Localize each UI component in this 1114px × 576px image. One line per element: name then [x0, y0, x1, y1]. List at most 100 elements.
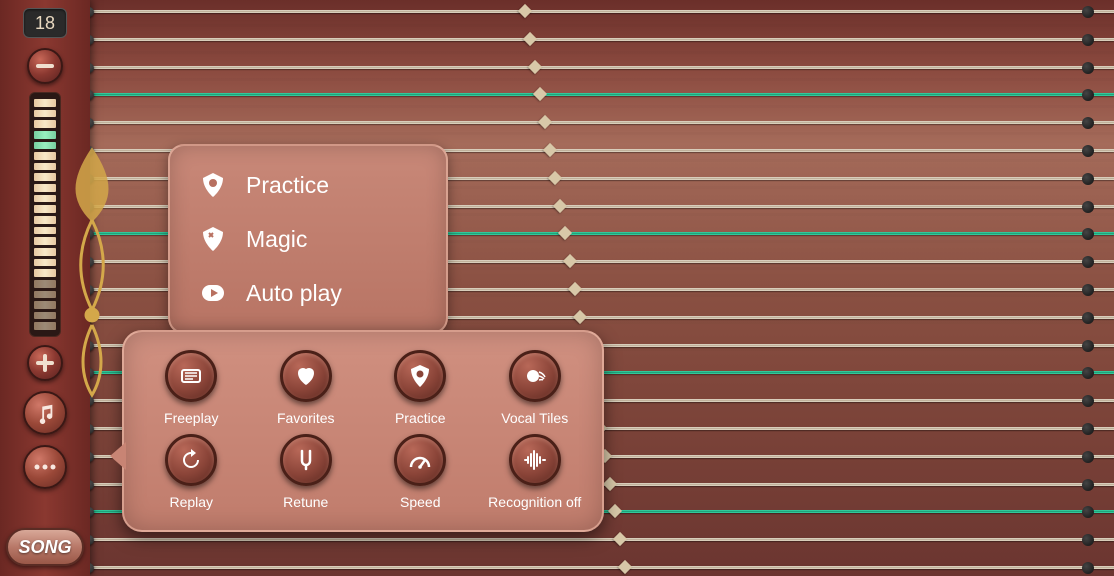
string[interactable]: [90, 38, 1114, 41]
string-hole: [1082, 395, 1094, 407]
replay-tool[interactable]: Replay: [137, 434, 245, 510]
bridge: [603, 477, 617, 491]
bridge: [563, 254, 577, 268]
practice-icon: [407, 363, 433, 389]
string-hole: [1082, 201, 1094, 213]
volume-bar: [34, 99, 56, 107]
volume-bar: [34, 110, 56, 118]
bridge: [558, 226, 572, 240]
freeplay-label: Freeplay: [164, 410, 218, 426]
tools-panel: Freeplay Favorites Practice Vocal Tiles Rep…: [122, 330, 604, 532]
string-hole: [1082, 534, 1094, 546]
string-hole: [1082, 62, 1094, 74]
recognition-icon: [522, 447, 548, 473]
string[interactable]: [90, 66, 1114, 69]
volume-bar: [34, 205, 56, 213]
volume-bar: [34, 227, 56, 235]
practice-mode-item[interactable]: Practice: [190, 158, 426, 212]
string-hole: [1082, 562, 1094, 574]
volume-bar: [34, 322, 56, 330]
favorites-label: Favorites: [277, 410, 335, 426]
string-hole: [1082, 256, 1094, 268]
volume-bar: [34, 312, 56, 320]
volume-bar: [34, 301, 56, 309]
string[interactable]: [90, 538, 1114, 541]
string[interactable]: [90, 10, 1114, 13]
sidebar: 18 SONG: [0, 0, 90, 576]
plus-button[interactable]: [27, 345, 63, 381]
volume-bar: [34, 248, 56, 256]
bridge: [608, 504, 622, 518]
speed-button[interactable]: [394, 434, 446, 486]
volume-bar: [34, 216, 56, 224]
string-hole: [1082, 117, 1094, 129]
bridge: [613, 532, 627, 546]
bridge: [518, 4, 532, 18]
practice-button[interactable]: [394, 350, 446, 402]
song-button[interactable]: SONG: [6, 528, 84, 566]
favorites-button[interactable]: [280, 350, 332, 402]
volume-bar: [34, 280, 56, 288]
favorites-icon: [293, 363, 319, 389]
practice-tool[interactable]: Practice: [366, 350, 474, 426]
panel-pointer: [110, 442, 126, 470]
bridge: [553, 199, 567, 213]
volume-bar: [34, 269, 56, 277]
string-hole: [1082, 173, 1094, 185]
string-hole: [1082, 34, 1094, 46]
retune-icon: [293, 447, 319, 473]
bridge: [538, 115, 552, 129]
string-hole: [1082, 367, 1094, 379]
minus-button[interactable]: [27, 48, 63, 84]
volume-bar: [34, 184, 56, 192]
string[interactable]: [90, 566, 1114, 569]
recognition-tool[interactable]: Recognition off: [481, 434, 589, 510]
volume-bar: [34, 163, 56, 171]
freeplay-tool[interactable]: Freeplay: [137, 350, 245, 426]
bridge: [523, 32, 537, 46]
autoplay-mode-item[interactable]: Auto play: [190, 266, 426, 320]
recognition-button[interactable]: [509, 434, 561, 486]
magic-mode-item[interactable]: Magic: [190, 212, 426, 266]
string-hole: [1082, 423, 1094, 435]
volume-bar: [34, 173, 56, 181]
string-hole: [1082, 312, 1094, 324]
string-hole: [1082, 506, 1094, 518]
bridge: [528, 60, 542, 74]
magic-mode-label: Magic: [246, 226, 307, 253]
string-hole: [1082, 451, 1094, 463]
string-hole: [1082, 340, 1094, 352]
replay-icon: [178, 447, 204, 473]
retune-button[interactable]: [280, 434, 332, 486]
volume-bar: [34, 131, 56, 139]
string[interactable]: [90, 121, 1114, 124]
freeplay-button[interactable]: [165, 350, 217, 402]
more-options-button[interactable]: [23, 445, 67, 489]
speed-tool[interactable]: Speed: [366, 434, 474, 510]
volume-bar: [34, 237, 56, 245]
string-hole: [1082, 89, 1094, 101]
music-library-button[interactable]: [23, 391, 67, 435]
bridge: [543, 143, 557, 157]
shield-mic-icon: [198, 170, 228, 200]
vocaltiles-label: Vocal Tiles: [501, 410, 568, 426]
retune-tool[interactable]: Retune: [252, 434, 360, 510]
favorites-tool[interactable]: Favorites: [252, 350, 360, 426]
replay-button[interactable]: [165, 434, 217, 486]
plus-icon: [36, 354, 54, 372]
vocaltiles-button[interactable]: [509, 350, 561, 402]
speed-label: Speed: [400, 494, 440, 510]
vocaltiles-icon: [522, 363, 548, 389]
vocaltiles-tool[interactable]: Vocal Tiles: [481, 350, 589, 426]
bridge: [533, 87, 547, 101]
string[interactable]: [90, 93, 1114, 96]
string-hole: [1082, 479, 1094, 491]
bridge: [573, 310, 587, 324]
string-hole: [1082, 284, 1094, 296]
volume-bar: [34, 142, 56, 150]
score-badge: 18: [23, 8, 67, 38]
string-hole: [1082, 228, 1094, 240]
volume-bar: [34, 152, 56, 160]
speed-icon: [407, 447, 433, 473]
volume-meter[interactable]: [29, 92, 61, 337]
